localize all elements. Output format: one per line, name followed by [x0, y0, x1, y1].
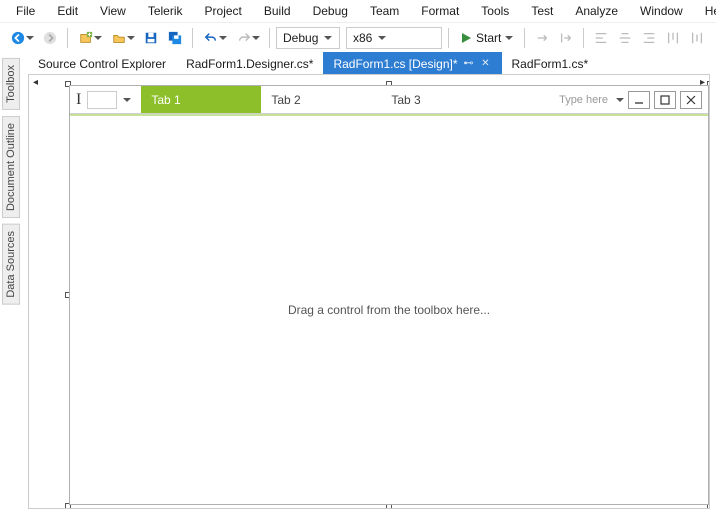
drop-hint-text: Drag a control from the toolbox here...: [288, 303, 490, 317]
start-debug-button[interactable]: Start: [455, 27, 518, 49]
document-tab-well: Source Control Explorer RadForm1.Designe…: [28, 52, 716, 74]
toolbar-sep: [192, 28, 193, 48]
menu-help[interactable]: Help: [695, 2, 716, 20]
form-titlebar: I Tab 1 Tab 2 Tab 3 Type here: [70, 86, 708, 114]
title-text-input[interactable]: [87, 91, 117, 109]
ribbon-tab-3[interactable]: Tab 3: [381, 86, 501, 113]
nav-fwd-button: [39, 27, 61, 49]
ribbon-tabstrip: Tab 1 Tab 2 Tab 3: [141, 86, 553, 113]
designer-stage[interactable]: ◂ ▸ I Tab 1 Tab 2 Tab 3: [28, 74, 710, 509]
menu-window[interactable]: Window: [630, 2, 693, 20]
align-btn: [614, 27, 636, 49]
ribbon-tab-1[interactable]: Tab 1: [141, 86, 261, 113]
start-label: Start: [476, 31, 501, 45]
doctab-cs[interactable]: RadForm1.cs*: [502, 52, 599, 74]
chevron-down-icon[interactable]: [123, 98, 131, 102]
toolbar-sep: [269, 28, 270, 48]
menu-build[interactable]: Build: [254, 2, 301, 20]
play-icon: [460, 32, 472, 44]
doctab-label: RadForm1.cs*: [512, 57, 589, 71]
new-project-button[interactable]: [74, 27, 105, 49]
ribbon-tab-2[interactable]: Tab 2: [261, 86, 381, 113]
redo-button: [232, 27, 263, 49]
doctab-label: RadForm1.cs [Design]*: [333, 57, 457, 71]
toolbar-sep: [524, 28, 525, 48]
save-all-button[interactable]: [164, 27, 186, 49]
window-minimize-button[interactable]: [628, 91, 650, 109]
toolbar-sep: [448, 28, 449, 48]
maximize-icon: [660, 95, 670, 105]
window-maximize-button[interactable]: [654, 91, 676, 109]
undo-button[interactable]: [199, 27, 230, 49]
menu-telerik[interactable]: Telerik: [138, 2, 193, 20]
minimize-icon: [634, 95, 644, 105]
menu-bar: File Edit View Telerik Project Build Deb…: [0, 0, 716, 22]
rad-form-window: I Tab 1 Tab 2 Tab 3 Type here: [69, 85, 709, 505]
menu-team[interactable]: Team: [360, 2, 409, 20]
doctab-design[interactable]: RadForm1.cs [Design]* ⊷ ✕: [323, 52, 501, 74]
toolbar-sep: [583, 28, 584, 48]
text-cursor-icon: I: [76, 91, 81, 109]
close-icon[interactable]: ✕: [480, 58, 492, 69]
main-toolbar: Debug x86 Start: [0, 22, 716, 52]
menu-test[interactable]: Test: [521, 2, 563, 20]
sidetab-toolbox[interactable]: Toolbox: [2, 58, 20, 110]
menu-tools[interactable]: Tools: [471, 2, 519, 20]
step-btn: [531, 27, 553, 49]
solution-config-dropdown[interactable]: Debug: [276, 27, 340, 49]
step-btn: [555, 27, 577, 49]
type-here-placeholder[interactable]: Type here: [559, 94, 608, 106]
menu-edit[interactable]: Edit: [47, 2, 88, 20]
solution-config-label: Debug: [283, 31, 318, 45]
scroll-left-icon[interactable]: ◂: [33, 77, 38, 88]
window-close-button[interactable]: [680, 91, 702, 109]
doctab-label: RadForm1.Designer.cs*: [186, 57, 313, 71]
menu-project[interactable]: Project: [195, 2, 252, 20]
doctab-source-control-explorer[interactable]: Source Control Explorer: [28, 52, 176, 74]
toolbar-sep: [67, 28, 68, 48]
solution-platform-dropdown[interactable]: x86: [346, 27, 442, 49]
doctab-label: Source Control Explorer: [38, 57, 166, 71]
menu-format[interactable]: Format: [411, 2, 469, 20]
align-btn: [590, 27, 612, 49]
sidetab-data-sources[interactable]: Data Sources: [2, 224, 20, 305]
sidetab-document-outline[interactable]: Document Outline: [2, 116, 20, 218]
doctab-designer-cs[interactable]: RadForm1.Designer.cs*: [176, 52, 323, 74]
menu-view[interactable]: View: [90, 2, 136, 20]
align-btn: [686, 27, 708, 49]
menu-analyze[interactable]: Analyze: [565, 2, 628, 20]
nav-back-button[interactable]: [6, 27, 37, 49]
save-button[interactable]: [140, 27, 162, 49]
close-icon: [686, 95, 696, 105]
align-btn: [638, 27, 660, 49]
chevron-down-icon[interactable]: [616, 98, 624, 102]
menu-debug[interactable]: Debug: [303, 2, 358, 20]
open-file-button[interactable]: [107, 27, 138, 49]
menu-file[interactable]: File: [6, 2, 45, 20]
pin-icon[interactable]: ⊷: [464, 58, 474, 69]
side-tab-well: Toolbox Document Outline Data Sources: [0, 54, 22, 515]
align-btn: [662, 27, 684, 49]
solution-platform-label: x86: [353, 31, 372, 45]
form-canvas[interactable]: I Tab 1 Tab 2 Tab 3 Type here: [69, 85, 709, 505]
designer-drop-area[interactable]: Drag a control from the toolbox here...: [70, 116, 708, 504]
